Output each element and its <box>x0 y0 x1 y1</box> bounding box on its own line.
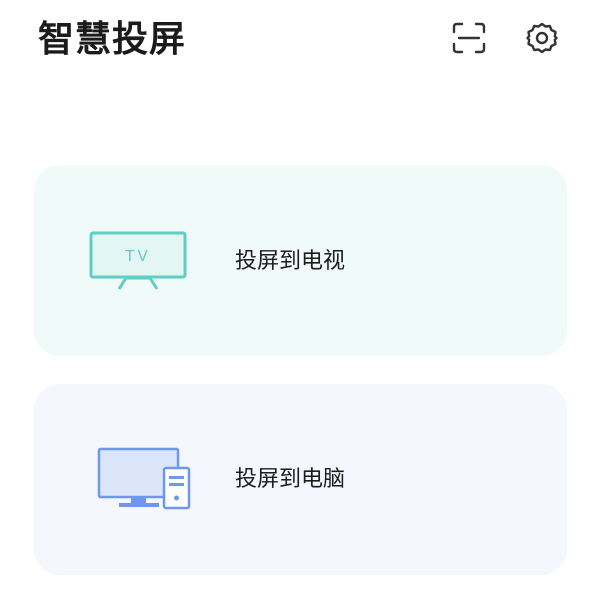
tv-icon-text: TV <box>124 247 150 265</box>
page-title: 智慧投屏 <box>38 19 187 60</box>
cast-to-computer-card[interactable]: 投屏到电脑 <box>34 384 567 575</box>
cast-to-tv-label: 投屏到电视 <box>235 249 346 274</box>
settings-button[interactable] <box>522 18 562 58</box>
scan-icon <box>452 22 486 54</box>
computer-icon <box>97 447 191 510</box>
scan-button[interactable] <box>449 18 489 58</box>
cast-to-tv-card[interactable]: TV 投屏到电视 <box>34 165 567 356</box>
header: 智慧投屏 <box>0 0 600 90</box>
tv-icon: TV <box>89 231 187 290</box>
cast-to-computer-label: 投屏到电脑 <box>235 467 346 492</box>
gear-icon <box>526 22 558 54</box>
